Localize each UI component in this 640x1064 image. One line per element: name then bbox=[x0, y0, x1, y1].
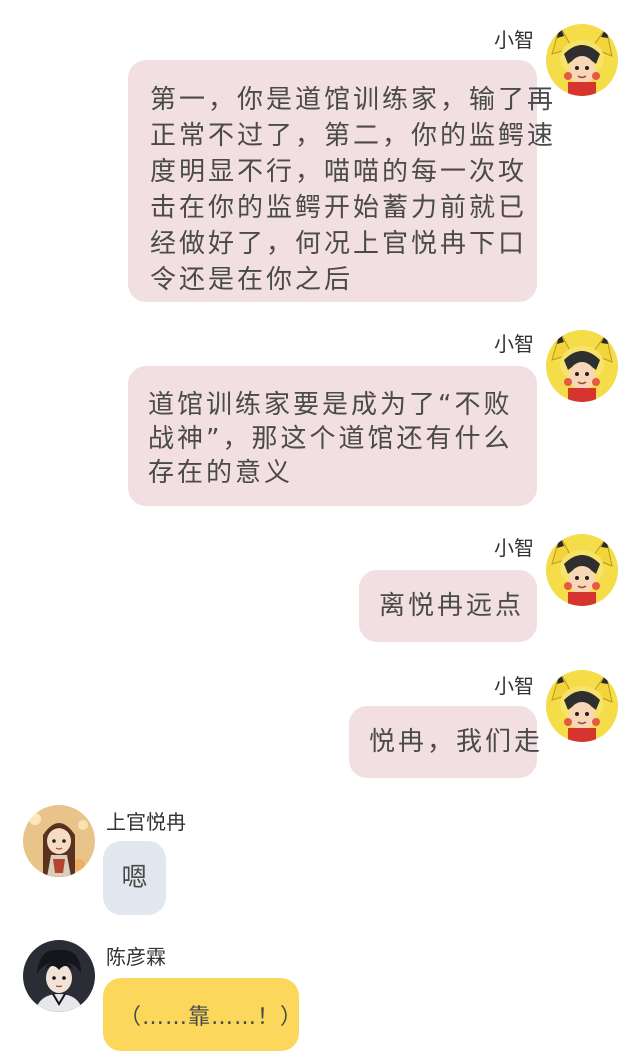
sender-name: 陈彦霖 bbox=[106, 945, 166, 969]
message-text-line: 嗯 bbox=[121, 863, 148, 893]
xiaozhi-avatar-icon[interactable] bbox=[546, 330, 618, 402]
xiaozhi-avatar-icon[interactable] bbox=[546, 534, 618, 606]
message-text-line: （……靠……！） bbox=[119, 1005, 304, 1030]
message-text-line: 令还是在你之后 bbox=[150, 265, 354, 295]
xiaozhi-avatar-icon[interactable] bbox=[546, 670, 618, 742]
shangguan-avatar-icon[interactable] bbox=[23, 805, 95, 877]
message-bubble[interactable]: 悦冉，我们走 bbox=[349, 706, 544, 778]
sender-name: 小智 bbox=[494, 28, 534, 52]
chen-avatar-icon[interactable] bbox=[23, 940, 95, 1012]
sender-name: 小智 bbox=[494, 674, 534, 698]
message-text-line: 道馆训练家要是成为了“不败 bbox=[148, 390, 513, 420]
message-bubble[interactable]: （……靠……！） bbox=[103, 978, 302, 1051]
message-text-line: 悦冉，我们走 bbox=[369, 727, 544, 757]
message-text-line: 战神”，那这个道馆还有什么 bbox=[148, 424, 513, 454]
sender-name: 小智 bbox=[494, 332, 534, 356]
sender-name: 上官悦冉 bbox=[106, 810, 186, 834]
message-text-line: 第一，你是道馆训练家，输了再 bbox=[150, 85, 557, 115]
message-bubble[interactable]: 第一，你是道馆训练家，输了再 正常不过了，第二，你的监鳄速 度明显不行，喵喵的每… bbox=[128, 60, 557, 302]
sender-name: 小智 bbox=[494, 536, 534, 560]
message-bubble[interactable]: 嗯 bbox=[103, 841, 166, 915]
message-bubble[interactable]: 道馆训练家要是成为了“不败 战神”，那这个道馆还有什么 存在的意义 bbox=[128, 366, 537, 506]
message-text-line: 离悦冉远点 bbox=[379, 591, 525, 621]
xiaozhi-avatar-icon[interactable] bbox=[546, 24, 618, 96]
message-text-line: 正常不过了，第二，你的监鳄速 bbox=[150, 121, 557, 151]
message-text-line: 存在的意义 bbox=[148, 458, 294, 488]
message-bubble[interactable]: 离悦冉远点 bbox=[359, 570, 537, 642]
message-text-line: 度明显不行，喵喵的每一次攻 bbox=[150, 157, 528, 187]
message-text-line: 经做好了，何况上官悦冉下口 bbox=[150, 229, 528, 259]
message-text-line: 击在你的监鳄开始蓄力前就已 bbox=[150, 193, 528, 223]
